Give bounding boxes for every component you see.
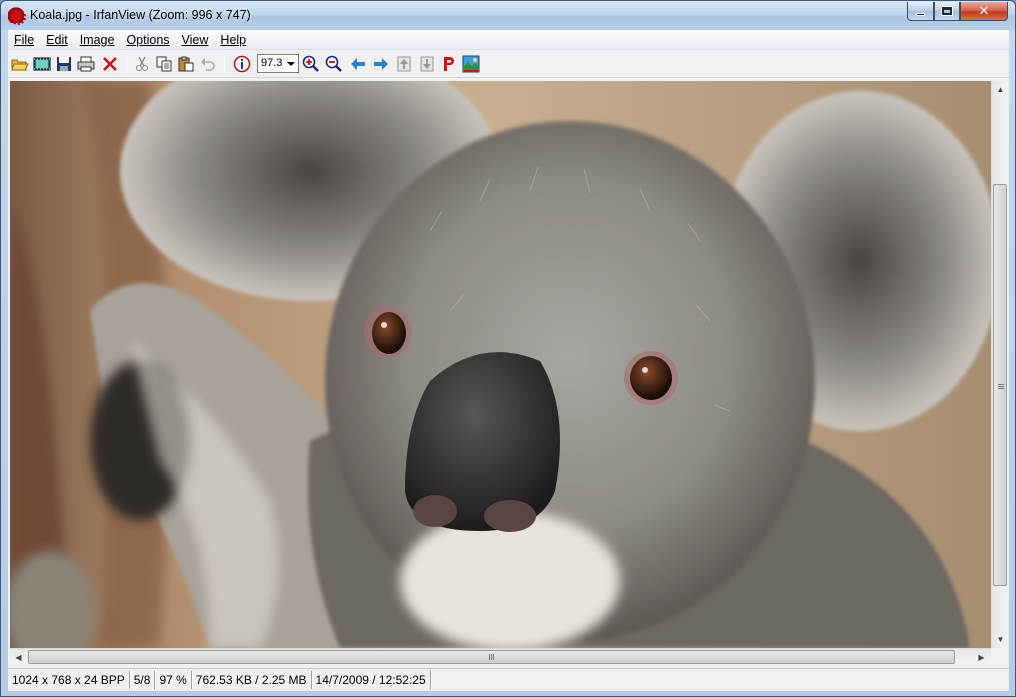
menu-edit[interactable]: Edit bbox=[40, 30, 74, 50]
zoom-value: 97.3 bbox=[261, 57, 283, 69]
zoom-in-icon bbox=[302, 55, 319, 72]
info-icon bbox=[233, 55, 251, 73]
first-button[interactable] bbox=[394, 55, 414, 73]
delete-icon bbox=[103, 57, 117, 71]
zoom-out-icon bbox=[325, 55, 342, 72]
vertical-scrollbar[interactable]: ▲ ▼ bbox=[991, 81, 1008, 648]
status-bar: 1024 x 768 x 24 BPP 5/8 97 % 762.53 KB /… bbox=[8, 668, 1009, 690]
next-icon bbox=[374, 58, 388, 70]
horizontal-scrollbar[interactable]: ◀ ▶ bbox=[10, 648, 991, 665]
scroll-right-button[interactable]: ▶ bbox=[973, 649, 990, 666]
status-file-size: 762.53 KB / 2.25 MB bbox=[192, 670, 312, 689]
irfanview-cat-icon[interactable] bbox=[8, 7, 26, 25]
size-corner bbox=[991, 648, 1008, 665]
koala-image bbox=[10, 81, 991, 648]
thumbnails-icon bbox=[462, 55, 480, 73]
slideshow-icon bbox=[33, 57, 51, 71]
zoom-out-button[interactable] bbox=[324, 55, 344, 73]
status-index: 5/8 bbox=[130, 670, 156, 689]
close-button[interactable]: ✕ bbox=[960, 2, 1008, 21]
copy-icon bbox=[156, 56, 172, 72]
previous-icon bbox=[351, 58, 365, 70]
cut-button[interactable] bbox=[132, 55, 152, 73]
save-icon bbox=[57, 57, 71, 71]
client-area: File Edit Image Options View Help 97.3 ▲… bbox=[8, 30, 1009, 691]
title-bar[interactable]: Koala.jpg - IrfanView (Zoom: 996 x 747) … bbox=[1, 1, 1015, 30]
window-title: Koala.jpg - IrfanView (Zoom: 996 x 747) bbox=[30, 8, 251, 22]
paint-icon bbox=[444, 57, 454, 71]
toolbar-separator bbox=[126, 55, 127, 73]
info-button[interactable] bbox=[232, 55, 252, 73]
previous-button[interactable] bbox=[348, 55, 368, 73]
first-icon bbox=[397, 56, 411, 72]
last-icon bbox=[420, 56, 434, 72]
grip-icon bbox=[998, 384, 1004, 390]
toolbar: 97.3 bbox=[8, 51, 1009, 78]
print-button[interactable] bbox=[76, 55, 96, 73]
scroll-left-button[interactable]: ◀ bbox=[10, 649, 27, 666]
thumbnails-button[interactable] bbox=[461, 55, 481, 73]
delete-button[interactable] bbox=[100, 55, 120, 73]
menu-file[interactable]: File bbox=[8, 30, 40, 50]
undo-icon bbox=[201, 58, 215, 71]
scroll-up-button[interactable]: ▲ bbox=[992, 81, 1009, 98]
menu-image[interactable]: Image bbox=[74, 30, 121, 50]
status-dimensions: 1024 x 768 x 24 BPP bbox=[8, 670, 130, 689]
save-button[interactable] bbox=[54, 55, 74, 73]
irfanview-window: Koala.jpg - IrfanView (Zoom: 996 x 747) … bbox=[0, 0, 1016, 697]
minimize-button[interactable] bbox=[907, 2, 934, 21]
status-zoom: 97 % bbox=[155, 670, 192, 689]
last-button[interactable] bbox=[417, 55, 437, 73]
status-datetime: 14/7/2009 / 12:52:25 bbox=[312, 670, 431, 689]
undo-button[interactable] bbox=[198, 55, 218, 73]
menu-help[interactable]: Help bbox=[214, 30, 252, 50]
open-folder-icon bbox=[11, 59, 29, 71]
grip-icon bbox=[489, 654, 495, 660]
maximize-icon bbox=[941, 6, 953, 16]
copy-button[interactable] bbox=[154, 55, 174, 73]
chevron-up-icon: ▲ bbox=[996, 85, 1005, 94]
chevron-right-icon: ▶ bbox=[978, 653, 985, 662]
menu-options[interactable]: Options bbox=[120, 30, 175, 50]
slideshow-button[interactable] bbox=[32, 55, 52, 73]
toolbar-separator bbox=[224, 55, 225, 73]
horizontal-scroll-thumb[interactable] bbox=[28, 650, 955, 664]
maximize-button[interactable] bbox=[934, 2, 960, 21]
scroll-down-button[interactable]: ▼ bbox=[992, 631, 1009, 648]
open-button[interactable] bbox=[10, 55, 30, 73]
print-icon bbox=[77, 56, 95, 72]
vertical-scroll-thumb[interactable] bbox=[993, 184, 1007, 586]
zoom-combobox[interactable]: 97.3 bbox=[257, 54, 299, 73]
chevron-left-icon: ◀ bbox=[15, 653, 22, 662]
paste-button[interactable] bbox=[176, 55, 196, 73]
menu-bar: File Edit Image Options View Help bbox=[8, 30, 1009, 50]
minimize-icon bbox=[916, 12, 925, 16]
next-button[interactable] bbox=[371, 55, 391, 73]
menu-view[interactable]: View bbox=[176, 30, 215, 50]
paint-button[interactable] bbox=[439, 55, 459, 73]
chevron-down-icon: ▼ bbox=[996, 635, 1005, 644]
close-icon: ✕ bbox=[978, 3, 990, 18]
zoom-in-button[interactable] bbox=[301, 55, 321, 73]
cut-icon bbox=[136, 56, 148, 71]
chevron-down-icon bbox=[287, 62, 295, 66]
image-viewport[interactable] bbox=[10, 81, 991, 648]
paste-icon bbox=[178, 56, 194, 72]
